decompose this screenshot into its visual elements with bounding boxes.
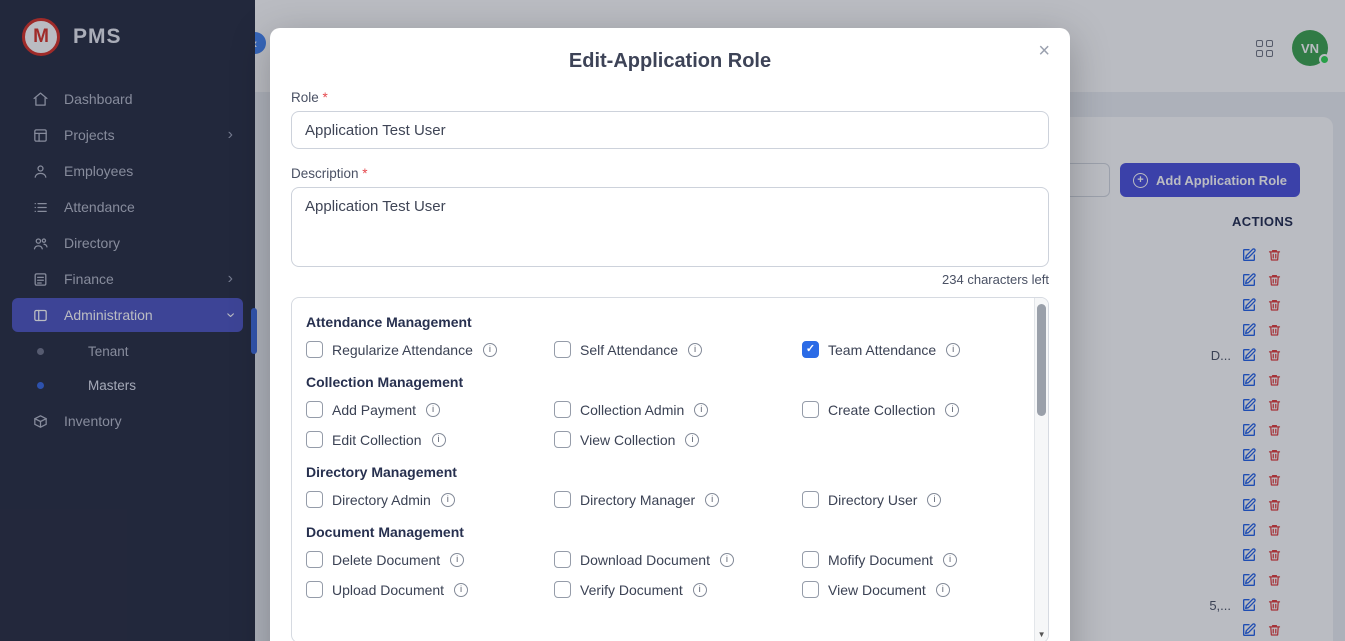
permission-label: View Collection xyxy=(580,432,675,448)
permissions-panel: Attendance Management Regularize Attendan… xyxy=(291,297,1049,641)
permission-edit-collection[interactable]: Edit Collection i xyxy=(306,431,554,448)
permission-create-collection[interactable]: Create Collection i xyxy=(802,401,1022,418)
description-input[interactable]: Application Test User xyxy=(291,187,1049,267)
checkbox[interactable] xyxy=(802,551,819,568)
checkbox[interactable] xyxy=(802,401,819,418)
info-icon[interactable]: i xyxy=(688,343,702,357)
permission-label: Mofify Document xyxy=(828,552,933,568)
checkbox[interactable] xyxy=(554,581,571,598)
permission-label: Regularize Attendance xyxy=(332,342,473,358)
info-icon[interactable]: i xyxy=(705,493,719,507)
required-asterisk: * xyxy=(323,90,328,105)
permission-section-title: Attendance Management xyxy=(306,314,1032,330)
permission-label: Edit Collection xyxy=(332,432,422,448)
info-icon[interactable]: i xyxy=(943,553,957,567)
info-icon[interactable]: i xyxy=(927,493,941,507)
permission-upload-document[interactable]: Upload Document i xyxy=(306,581,554,598)
permission-directory-admin[interactable]: Directory Admin i xyxy=(306,491,554,508)
scroll-down-icon[interactable]: ▼ xyxy=(1038,630,1046,639)
info-icon[interactable]: i xyxy=(693,583,707,597)
modal-title: Edit-Application Role xyxy=(270,28,1070,73)
info-icon[interactable]: i xyxy=(685,433,699,447)
permission-verify-document[interactable]: Verify Document i xyxy=(554,581,802,598)
permission-section-title: Document Management xyxy=(306,524,1032,540)
description-label-text: Description xyxy=(291,166,359,181)
checkbox[interactable] xyxy=(554,341,571,358)
permission-directory-manager[interactable]: Directory Manager i xyxy=(554,491,802,508)
checkbox[interactable] xyxy=(554,401,571,418)
required-asterisk: * xyxy=(362,166,367,181)
permission-label: View Document xyxy=(828,582,926,598)
info-icon[interactable]: i xyxy=(426,403,440,417)
role-label: Role * xyxy=(291,90,1049,105)
permission-label: Create Collection xyxy=(828,402,935,418)
app-root: M PMS DashboardProjects›EmployeesAttenda… xyxy=(0,0,1345,641)
scrollbar-thumb[interactable] xyxy=(1037,304,1046,416)
permission-team-attendance[interactable]: ✓ Team Attendance i xyxy=(802,341,1022,358)
permission-label: Directory User xyxy=(828,492,917,508)
permission-grid: Delete DocumentiDownload DocumentiMofify… xyxy=(306,551,1032,598)
info-icon[interactable]: i xyxy=(454,583,468,597)
info-icon[interactable]: i xyxy=(946,343,960,357)
checkbox[interactable] xyxy=(306,581,323,598)
info-icon[interactable]: i xyxy=(483,343,497,357)
role-input[interactable] xyxy=(291,111,1049,149)
checkbox[interactable]: ✓ xyxy=(802,341,819,358)
permission-view-document[interactable]: View Document i xyxy=(802,581,1022,598)
permission-directory-user[interactable]: Directory User i xyxy=(802,491,1022,508)
close-icon[interactable]: × xyxy=(1038,40,1050,63)
permission-label: Add Payment xyxy=(332,402,416,418)
scrollbar[interactable]: ▼ xyxy=(1034,298,1048,641)
permission-regularize-attendance[interactable]: Regularize Attendance i xyxy=(306,341,554,358)
permission-section-title: Collection Management xyxy=(306,374,1032,390)
permission-grid: Regularize Attendance i Self Attendance i ✓ T… xyxy=(306,341,1032,358)
permissions-content: Attendance Management Regularize Attendan… xyxy=(292,298,1032,600)
checkbox[interactable] xyxy=(554,551,571,568)
permission-label: Directory Admin xyxy=(332,492,431,508)
checkbox[interactable] xyxy=(306,431,323,448)
permission-self-attendance[interactable]: Self Attendance i xyxy=(554,341,802,358)
permission-add-payment[interactable]: Add Payment i xyxy=(306,401,554,418)
permission-delete-document[interactable]: Delete Document i xyxy=(306,551,554,568)
permission-label: Team Attendance xyxy=(828,342,936,358)
description-label: Description * xyxy=(291,166,1049,181)
checkbox[interactable] xyxy=(306,401,323,418)
checkbox[interactable] xyxy=(554,431,571,448)
permission-mofify-document[interactable]: Mofify Document i xyxy=(802,551,1022,568)
permission-download-document[interactable]: Download Document i xyxy=(554,551,802,568)
edit-application-role-modal: Edit-Application Role × Role * Descripti… xyxy=(270,28,1070,641)
checkbox[interactable] xyxy=(802,581,819,598)
permission-collection-admin[interactable]: Collection Admin i xyxy=(554,401,802,418)
permission-view-collection[interactable]: View Collection i xyxy=(554,431,802,448)
permission-label: Collection Admin xyxy=(580,402,684,418)
info-icon[interactable]: i xyxy=(936,583,950,597)
permission-grid: Directory AdminiDirectory ManageriDirect… xyxy=(306,491,1032,508)
permission-section-title: Directory Management xyxy=(306,464,1032,480)
permission-grid: Add PaymentiCollection AdminiCreate Coll… xyxy=(306,401,1032,448)
info-icon[interactable]: i xyxy=(945,403,959,417)
info-icon[interactable]: i xyxy=(720,553,734,567)
permission-label: Download Document xyxy=(580,552,710,568)
role-label-text: Role xyxy=(291,90,319,105)
info-icon[interactable]: i xyxy=(694,403,708,417)
checkbox[interactable] xyxy=(554,491,571,508)
info-icon[interactable]: i xyxy=(441,493,455,507)
checkbox[interactable] xyxy=(306,341,323,358)
info-icon[interactable]: i xyxy=(450,553,464,567)
info-icon[interactable]: i xyxy=(432,433,446,447)
permission-label: Verify Document xyxy=(580,582,683,598)
checkbox[interactable] xyxy=(306,491,323,508)
checkbox[interactable] xyxy=(306,551,323,568)
checkbox[interactable] xyxy=(802,491,819,508)
permission-label: Delete Document xyxy=(332,552,440,568)
permission-label: Directory Manager xyxy=(580,492,695,508)
characters-left-counter: 234 characters left xyxy=(291,272,1049,287)
permission-label: Upload Document xyxy=(332,582,444,598)
permission-label: Self Attendance xyxy=(580,342,678,358)
